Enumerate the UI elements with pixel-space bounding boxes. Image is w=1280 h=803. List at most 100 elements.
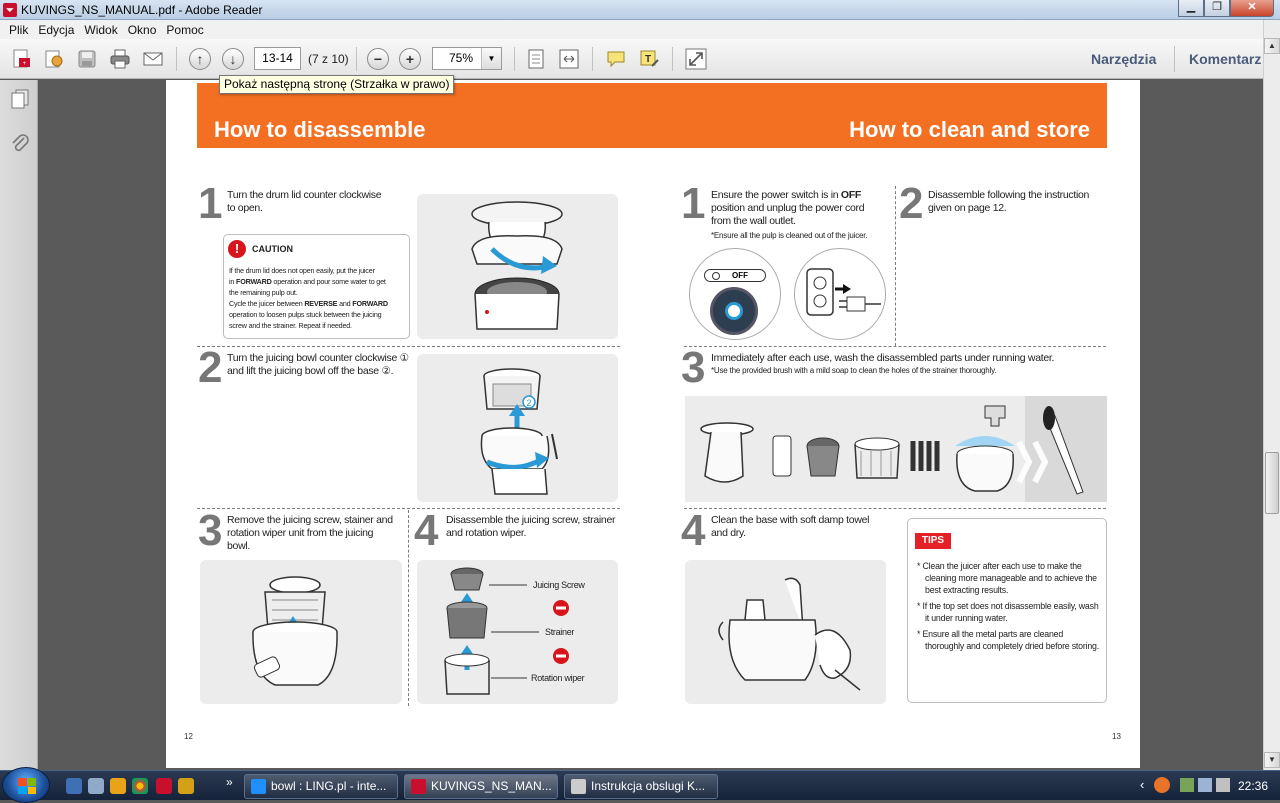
scrollbar-thumb[interactable] (1265, 452, 1279, 514)
tray-expand-icon[interactable]: ‹ (1140, 777, 1144, 792)
illustration-remove-screw (200, 560, 402, 704)
fit-page-icon[interactable] (524, 47, 548, 71)
email-icon[interactable] (141, 47, 165, 71)
taskbar-button-document[interactable]: Instrukcja obslugi K... (564, 774, 718, 799)
banner-title-left: How to disassemble (214, 117, 426, 142)
step-number: 3 (681, 343, 706, 392)
taskbar-button-label: Instrukcja obslugi K... (591, 779, 706, 793)
close-button[interactable]: ✕ (1230, 0, 1274, 17)
vertical-scrollbar[interactable]: ▲ ▼ (1263, 20, 1280, 770)
toolbar: + ↑ ↓ − + T Narzędzia Komentarz (0, 39, 1270, 79)
menu-edit[interactable]: Edycja (38, 23, 74, 37)
taskbar-button-reader[interactable]: KUVINGS_NS_MAN... (404, 774, 558, 799)
taskbar-button-label: KUVINGS_NS_MAN... (431, 779, 552, 793)
network-icon[interactable] (1198, 778, 1212, 792)
banner-title-right: How to clean and store (849, 117, 1090, 142)
text-line: Disassemble the juicing screw, strainer (446, 514, 616, 526)
divider (197, 508, 620, 509)
divider (684, 346, 1106, 347)
zoom-input[interactable]: 75% ▼ (432, 47, 502, 70)
comment-icon[interactable] (604, 47, 628, 71)
text-line: Cycle the juicer between REVERSE and FOR… (229, 298, 407, 309)
attachment-icon[interactable] (9, 132, 31, 154)
svg-text:2: 2 (526, 398, 531, 408)
print-icon[interactable] (108, 47, 132, 71)
menu-view[interactable]: Widok (84, 23, 117, 37)
menu-help[interactable]: Pomoc (166, 23, 203, 37)
maximize-button[interactable]: ❐ (1204, 0, 1230, 17)
text-part: operation and pour some water to get (271, 277, 386, 286)
comment-button[interactable]: Komentarz (1189, 51, 1261, 67)
prev-page-icon[interactable]: ↑ (188, 47, 212, 71)
text-line: and dry. (711, 527, 746, 539)
illustration-washing-parts (685, 396, 1107, 502)
divider (408, 510, 409, 706)
edit-icon[interactable] (42, 47, 66, 71)
tools-button[interactable]: Narzędzia (1091, 51, 1156, 67)
expand-icon[interactable] (684, 47, 708, 71)
menu-window[interactable]: Okno (128, 23, 157, 37)
text-line: rotation wiper unit from the juicing (227, 527, 374, 539)
save-icon[interactable] (75, 47, 99, 71)
switch-off-label: OFF (732, 271, 748, 280)
scroll-up-icon[interactable]: ▲ (1264, 38, 1280, 54)
start-button[interactable] (2, 767, 50, 803)
tip-item: * Ensure all the metal parts are cleaned… (917, 629, 1099, 651)
zoom-dropdown-icon[interactable]: ▼ (481, 48, 501, 69)
taskbar-button-browser[interactable]: bowl : LING.pl - inte... (244, 774, 398, 799)
pages-icon[interactable] (9, 88, 31, 110)
window-controls: ▁ ❐ ✕ (1178, 0, 1274, 17)
menu-bar: Plik Edycja Widok Okno Pomoc (0, 20, 1280, 39)
window-title: KUVINGS_NS_MANUAL.pdf - Adobe Reader (21, 2, 263, 17)
illustration-juicing-bowl: 2 1 (417, 354, 618, 502)
step-number: 1 (681, 179, 706, 228)
volume-icon[interactable] (1216, 778, 1230, 792)
tip-item: * Clean the juicer after each use to mak… (917, 561, 1097, 595)
caution-title: CAUTION (252, 244, 293, 254)
svg-text:+: + (23, 61, 27, 67)
zoom-in-icon[interactable]: + (398, 47, 422, 71)
scroll-down-icon[interactable]: ▼ (1264, 752, 1280, 768)
text-line: the remaining pulp out. (229, 288, 298, 297)
switch-indicator: OFF (704, 269, 766, 282)
caution-header: ! CAUTION (228, 240, 293, 258)
taskbar-overflow[interactable]: » (226, 775, 233, 789)
step-number: 4 (414, 506, 439, 555)
menu-file[interactable]: Plik (9, 23, 28, 37)
calendar-icon[interactable] (156, 778, 172, 794)
clock[interactable]: 22:36 (1238, 779, 1268, 793)
chrome-icon[interactable] (132, 778, 148, 794)
step-number: 2 (198, 343, 223, 392)
toolbar-separator (592, 47, 593, 71)
show-desktop-icon[interactable] (66, 778, 82, 794)
power-switch-illustration: OFF (689, 248, 781, 340)
zoom-out-icon[interactable]: − (366, 47, 390, 71)
highlight-icon[interactable]: T (637, 47, 661, 71)
fit-width-icon[interactable] (557, 47, 581, 71)
next-page-icon[interactable]: ↓ (221, 47, 245, 71)
tray-flag-icon[interactable] (1180, 778, 1194, 792)
tip-item: * If the top set does not disassemble ea… (917, 601, 1099, 623)
caution-text: If the drum lid does not open easily, pu… (229, 265, 407, 331)
text-line: Clean the base with soft damp towel (711, 514, 870, 526)
tips-badge: TIPS (915, 533, 951, 549)
toolbar-separator (1174, 46, 1175, 72)
text-line: Turn the juicing bowl counter clockwise … (227, 352, 409, 364)
adobe-reader-icon (411, 779, 426, 794)
window-switch-icon[interactable] (88, 778, 104, 794)
adobe-reader-icon: ⏷ (3, 2, 17, 17)
create-pdf-icon[interactable]: + (10, 47, 34, 71)
tray-app-icon[interactable] (1154, 777, 1170, 793)
switch-o-icon (712, 271, 720, 280)
minimize-button[interactable]: ▁ (1178, 0, 1204, 17)
page-number-input[interactable]: 13-14 (254, 47, 301, 70)
text-part: Ensure the power switch is in (711, 189, 841, 201)
text-line: screw and the strainer. Repeat if needed… (229, 321, 352, 330)
ie-icon (251, 779, 266, 794)
text-part: Cycle the juicer between (229, 299, 305, 308)
app-icon[interactable] (178, 778, 194, 794)
part-label-juicing-screw: Juicing Screw (533, 580, 585, 590)
media-player-icon[interactable] (110, 778, 126, 794)
title-bar: ⏷ KUVINGS_NS_MANUAL.pdf - Adobe Reader ▁… (0, 0, 1280, 20)
step-number: 2 (899, 179, 924, 228)
